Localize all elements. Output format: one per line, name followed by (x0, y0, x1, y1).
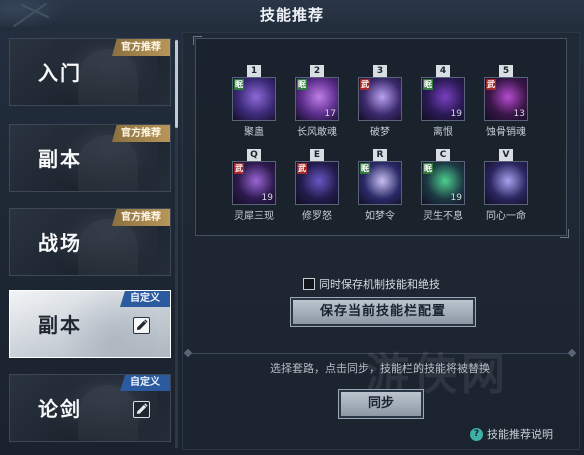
skill-icon[interactable]: 武 (358, 77, 402, 121)
skill-name: 蚀骨销魂 (486, 127, 526, 138)
skill-type-badge: 眠 (360, 163, 370, 174)
skill-icon[interactable]: 眠 (232, 77, 276, 121)
skill-help-link[interactable]: ? 技能推荐说明 (470, 427, 553, 441)
section-divider (188, 353, 572, 354)
window-title-bar: 技能推荐 (0, 0, 584, 30)
skill-type-badge: 眠 (423, 79, 433, 90)
save-skillbar-button[interactable]: 保存当前技能栏配置 (290, 297, 476, 327)
skill-name: 破梦 (370, 127, 390, 138)
preset-item-rumen[interactable]: 入门 官方推荐 (9, 38, 171, 106)
save-mechanics-option[interactable]: 同时保存机制技能和绝技 (303, 277, 440, 291)
skill-icon[interactable]: 武 13 (484, 77, 528, 121)
pencil-icon (136, 403, 148, 414)
skill-bar-preview: 1 眠聚蛊 2 眠 17 长风敢魂 3 武破梦 4 眠 19 离恨 5 武 13 蚀骨销魂 Q 武 19 灵犀三现 E 武… (193, 36, 569, 238)
preset-item-fuben-official[interactable]: 副本 官方推荐 (9, 124, 171, 192)
custom-tag: 自定义 (120, 291, 170, 307)
preset-item-zhanchang[interactable]: 战场 官方推荐 (9, 208, 171, 276)
skill-count: 19 (450, 109, 462, 119)
skill-name: 聚蛊 (244, 127, 264, 138)
official-recommend-tag: 官方推荐 (112, 209, 170, 226)
help-link-label: 技能推荐说明 (487, 428, 553, 441)
save-mechanics-checkbox[interactable] (303, 278, 315, 290)
skill-icon[interactable]: 武 19 (232, 161, 276, 205)
bamboo-corner-decoration (0, 0, 70, 30)
skill-name: 灵犀三现 (234, 211, 274, 222)
skill-count: 13 (513, 109, 525, 119)
skill-count: 17 (324, 109, 336, 119)
skill-hotkey: Q (247, 149, 261, 161)
skill-art (485, 162, 527, 204)
preset-label: 战场 (38, 231, 82, 255)
skill-hotkey: 5 (499, 65, 513, 77)
skill-name: 修罗怒 (302, 211, 332, 222)
preset-label: 论剑 (38, 397, 82, 421)
skill-hotkey: 2 (310, 65, 324, 77)
official-recommend-tag: 官方推荐 (112, 39, 170, 56)
skill-hotkey: 3 (373, 65, 387, 77)
skill-icon[interactable] (484, 161, 528, 205)
skill-hotkey: V (499, 149, 513, 161)
pencil-icon (136, 319, 148, 330)
skill-hotkey: R (373, 149, 387, 161)
preset-item-fuben-custom[interactable]: 副本 自定义 (9, 290, 171, 358)
skill-icon[interactable]: 武 (295, 161, 339, 205)
edit-icon[interactable] (133, 317, 150, 334)
skill-type-badge: 眠 (423, 163, 433, 174)
preset-label: 副本 (38, 313, 82, 337)
skill-name: 长风敢魂 (297, 127, 337, 138)
skill-icon[interactable]: 眠 (358, 161, 402, 205)
skill-icon[interactable]: 眠 19 (421, 77, 465, 121)
skill-name: 如梦令 (365, 211, 395, 222)
preset-label: 入门 (38, 61, 82, 85)
skill-recommend-window: 技能推荐 入门 官方推荐 副本 官方推荐 战场 官方推荐 副本 自定义 论剑 自… (0, 0, 584, 455)
question-icon: ? (470, 427, 483, 441)
official-recommend-tag: 官方推荐 (112, 125, 170, 142)
skill-type-badge: 眠 (234, 79, 244, 90)
edit-icon[interactable] (133, 401, 150, 418)
skill-name: 同心一命 (486, 211, 526, 222)
preset-sidebar: 入门 官方推荐 副本 官方推荐 战场 官方推荐 副本 自定义 论剑 自定义 (0, 32, 182, 455)
preset-item-lunjian[interactable]: 论剑 自定义 (9, 374, 171, 442)
save-mechanics-label: 同时保存机制技能和绝技 (319, 278, 440, 291)
skill-count: 19 (450, 193, 462, 203)
skill-hotkey: 4 (436, 65, 450, 77)
window-title: 技能推荐 (259, 6, 324, 24)
skill-type-badge: 武 (297, 163, 307, 174)
sidebar-scrollbar-thumb[interactable] (175, 40, 178, 128)
sync-hint-text: 选择套路，点击同步，技能栏的技能将被替换 (270, 362, 490, 375)
skill-hotkey: C (436, 149, 450, 161)
skill-count: 19 (261, 193, 273, 203)
custom-tag: 自定义 (120, 375, 170, 391)
skill-type-badge: 眠 (297, 79, 307, 90)
skill-name: 离恨 (433, 127, 453, 138)
skill-type-badge: 武 (486, 79, 496, 90)
skill-type-badge: 武 (360, 79, 370, 90)
skill-hotkey: 1 (247, 65, 261, 77)
skill-hotkey: E (310, 149, 324, 161)
skill-name: 灵生不息 (423, 211, 463, 222)
skill-icon[interactable]: 眠 19 (421, 161, 465, 205)
preset-label: 副本 (38, 147, 82, 171)
sync-button[interactable]: 同步 (338, 389, 424, 419)
skill-icon[interactable]: 眠 17 (295, 77, 339, 121)
skill-type-badge: 武 (234, 163, 244, 174)
